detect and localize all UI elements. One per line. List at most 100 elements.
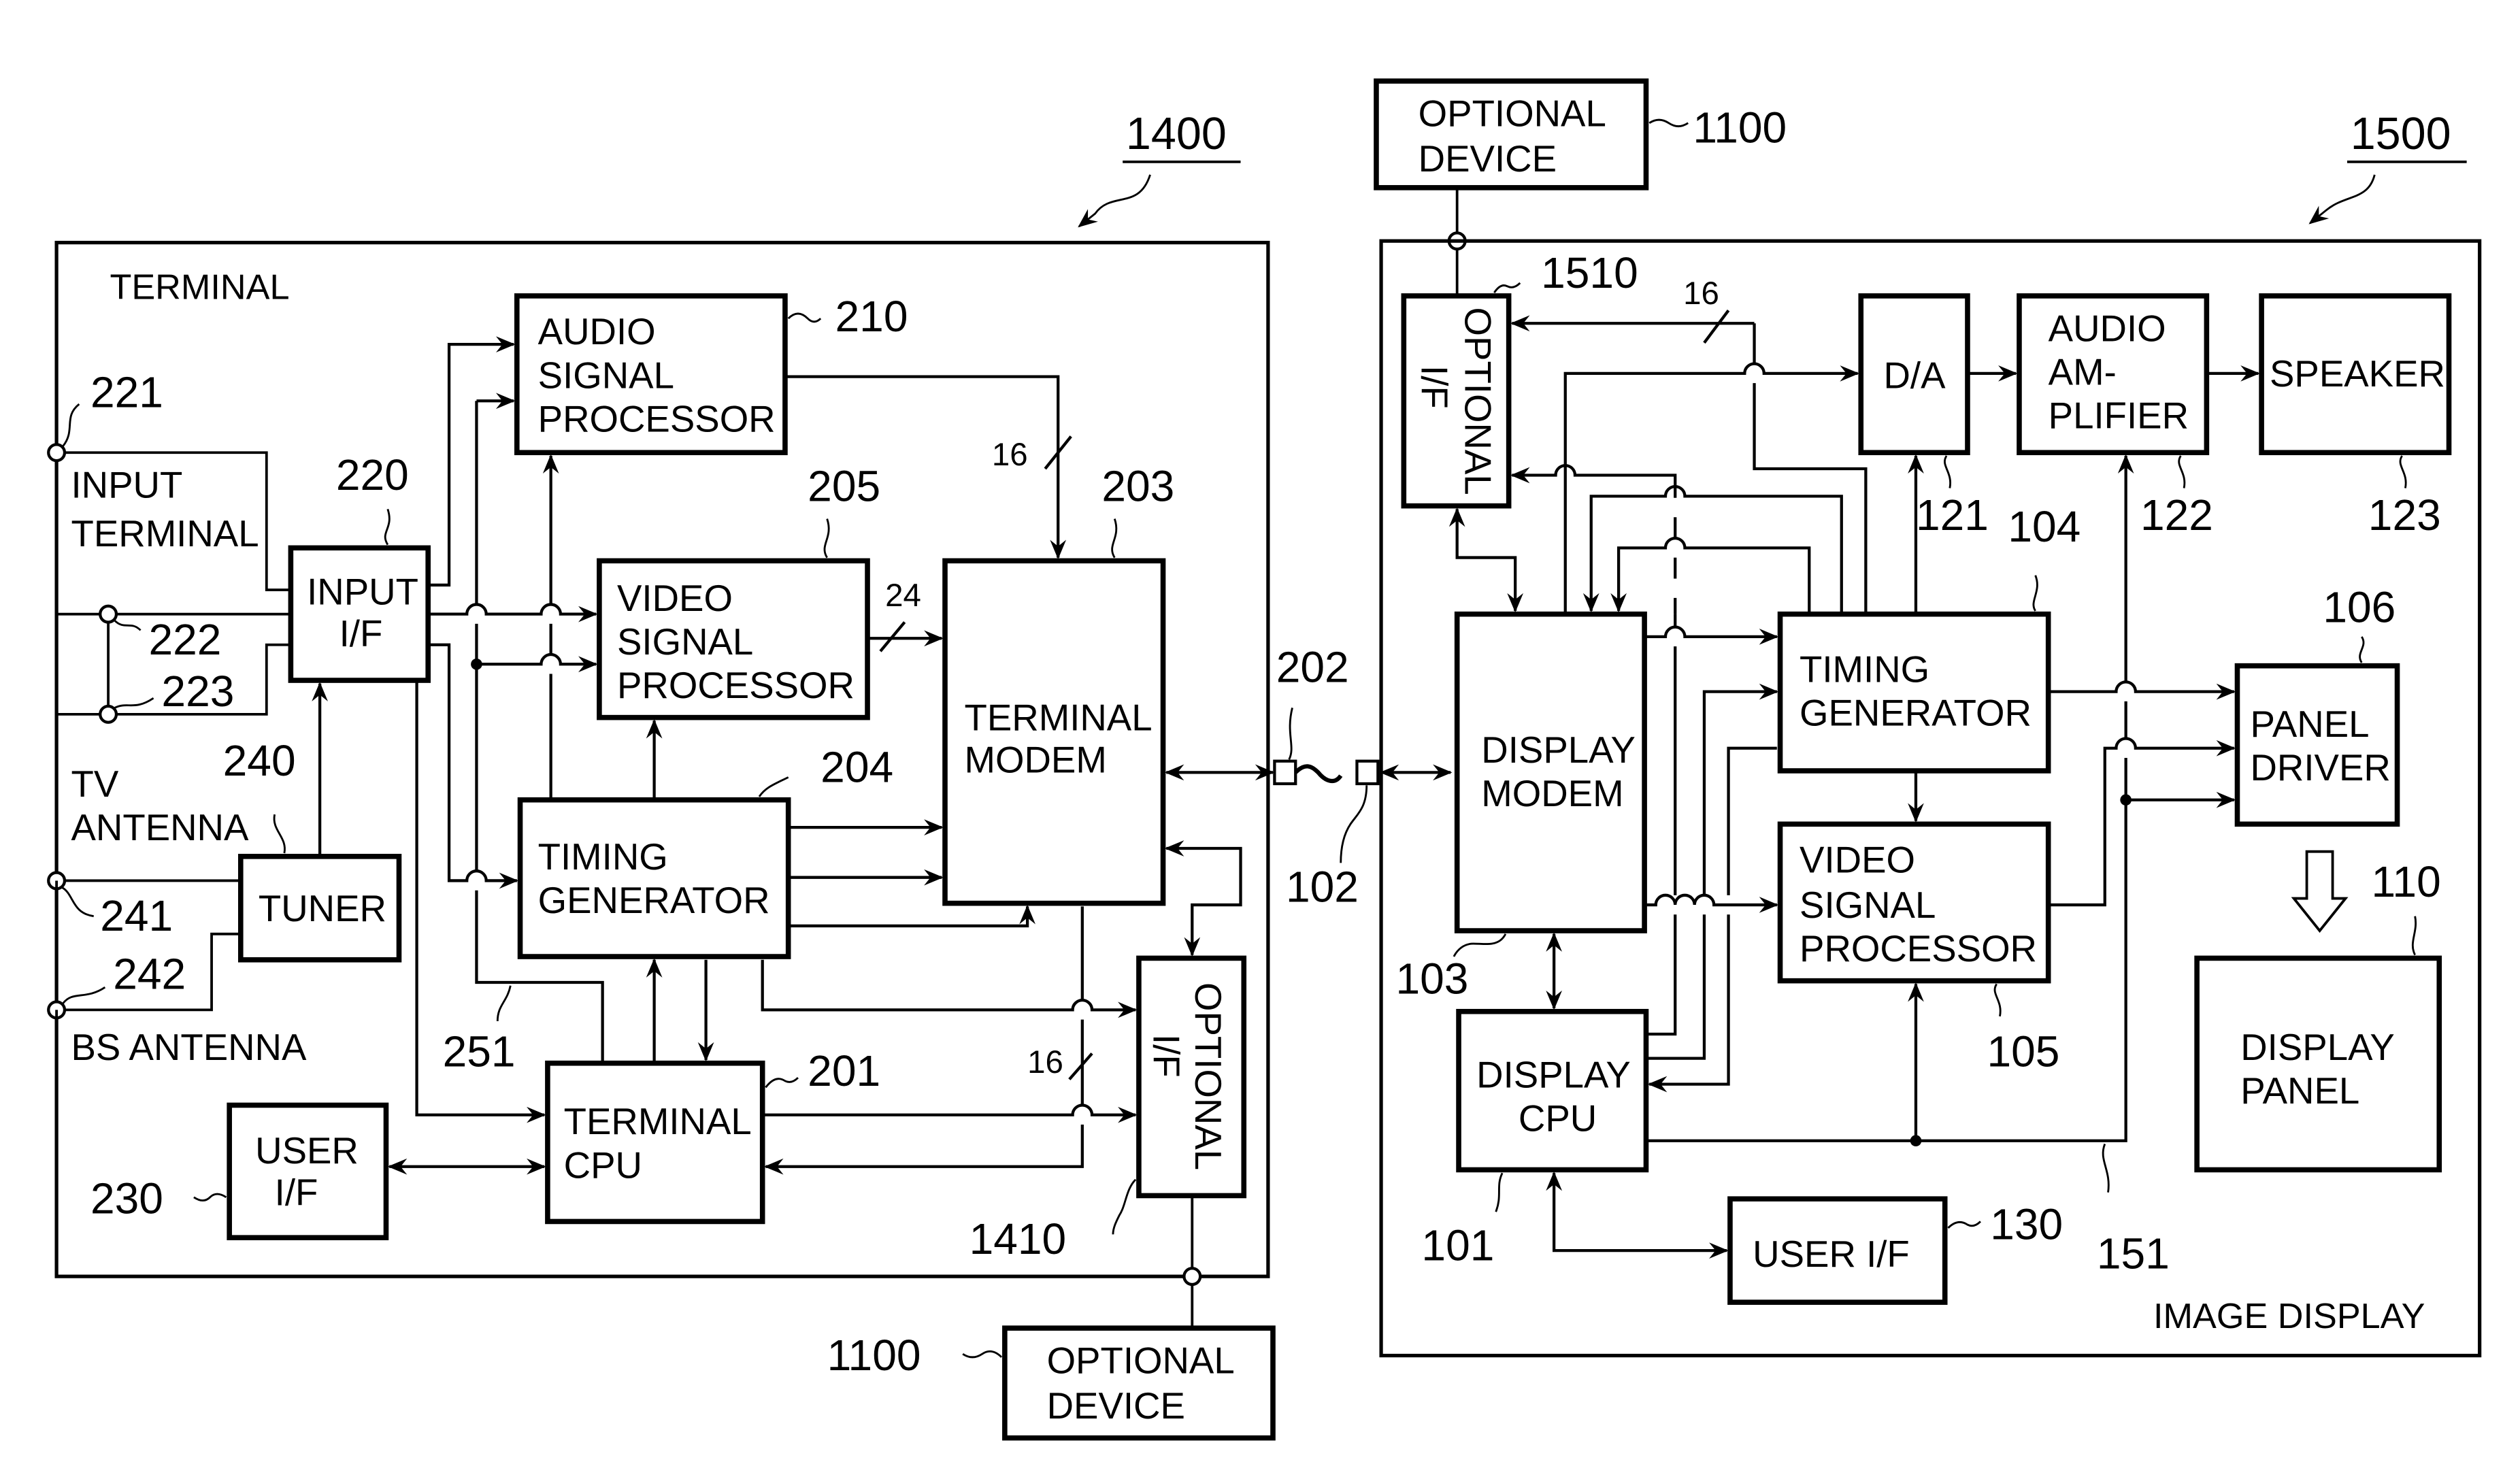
signal-line: [1068, 1052, 1093, 1080]
signal-line: [2048, 737, 2236, 907]
signal-line: [428, 336, 516, 587]
label-text: GENERATOR: [538, 880, 770, 921]
signal-line: [496, 985, 512, 1022]
signal-line: [1582, 485, 1843, 614]
display-frame-label: IMAGE DISPLAY: [2153, 1297, 2425, 1336]
label-text: 1100: [827, 1331, 921, 1380]
signal-line: [1648, 118, 1689, 128]
label-text: 16: [1027, 1044, 1063, 1080]
signal-line: [788, 905, 1035, 928]
connector-202: [1273, 759, 1297, 786]
label-text: TUNER: [259, 888, 386, 929]
label-text: I/F: [1413, 365, 1455, 409]
display-timing-generator: TIMING GENERATOR 104: [1777, 502, 2080, 774]
signal-line: [761, 959, 1138, 1018]
label-text: PROCESSOR: [617, 665, 855, 706]
terminal-frame-label: TERMINAL: [110, 268, 289, 308]
label-text: 102: [1286, 862, 1359, 911]
label-text: SPEAKER: [2270, 353, 2445, 395]
label-text: 241: [100, 891, 173, 940]
terminal-user-interface: USER I/F 230: [90, 1102, 389, 1240]
signal-line: [62, 986, 106, 1004]
signal-line: [787, 312, 822, 323]
signal-line: [1646, 692, 1776, 1060]
label-text: PROCESSOR: [1800, 928, 2037, 969]
label-text: OPTIONAL: [1419, 93, 1606, 135]
label-text: MODEM: [964, 739, 1106, 780]
signal-line: [765, 906, 1084, 1166]
signal-line: [1112, 1178, 1137, 1235]
label-text: 16: [1683, 276, 1719, 312]
label-text: TERMINAL: [564, 1101, 752, 1142]
label-text: 104: [2008, 502, 2080, 551]
label-text: 221: [90, 368, 163, 417]
speaker: SPEAKER 123: [2259, 293, 2452, 540]
terminal-ref-number: 1400: [1126, 109, 1227, 159]
label-text: 123: [2368, 491, 2441, 540]
signal-line: [2308, 174, 2376, 225]
label-text: 105: [1987, 1027, 2059, 1076]
label-text: 122: [2140, 491, 2213, 540]
label-text: SIGNAL: [617, 621, 753, 663]
signal-line: [1703, 310, 1730, 344]
label-text: 121: [1916, 491, 1989, 540]
label-text: USER: [255, 1130, 359, 1172]
signal-line: [1610, 537, 1811, 614]
label-text: BS ANTENNA: [71, 1027, 307, 1068]
signal-line: [758, 776, 789, 797]
label-text: 223: [161, 667, 234, 716]
input-terminal-group: INPUT TERMINAL 221 222 223: [47, 368, 291, 724]
label-text: PROCESSOR: [538, 398, 776, 439]
signal-line: [2178, 455, 2186, 488]
input-interface: INPUT I/F 220: [288, 450, 431, 683]
signal-line: [1512, 465, 1677, 614]
label-text: 106: [2323, 583, 2395, 632]
label-text: VIDEO: [1800, 840, 1915, 881]
terminal-unit: TERMINAL 1400 AUDIO SIGNAL PROCESSOR 210…: [47, 109, 1275, 1329]
label-text: 205: [808, 461, 880, 510]
terminal-modem: TERMINAL MODEM 203: [942, 461, 1174, 906]
drive-arrow-icon: [2291, 850, 2349, 933]
label-text: SIGNAL: [1800, 884, 1936, 926]
label-text: MODEM: [1481, 773, 1623, 814]
terminal-cpu: TERMINAL CPU 201: [545, 1046, 880, 1225]
label-text: 110: [2372, 857, 2441, 906]
display-modem: DISPLAY MODEM 103: [1395, 611, 1647, 1003]
label-text: OPTIONAL: [1457, 308, 1499, 495]
label-text: ANTENNA: [71, 807, 249, 848]
block-box: [517, 797, 791, 959]
label-text: TIMING: [538, 836, 668, 878]
label-text: OPTIONAL: [1187, 982, 1229, 1170]
cable-connection: 202 102: [1273, 642, 1453, 911]
label-text: 204: [820, 743, 893, 792]
signal-line: [1947, 1221, 1981, 1229]
signal-line: [384, 508, 391, 546]
signal-line: [2102, 1143, 2110, 1193]
signal-line: [962, 1350, 1003, 1359]
label-text: CPU: [1519, 1097, 1597, 1139]
display-ref-number: 1500: [2351, 109, 2451, 159]
label-text: 24: [885, 578, 921, 614]
label-text: TERMINAL: [964, 697, 1152, 739]
label-text: 151: [2097, 1229, 2170, 1278]
label-text: USER I/F: [1753, 1233, 1910, 1275]
label-text: I/F: [339, 613, 383, 654]
label-text: PANEL: [2240, 1070, 2359, 1112]
signal-line: [765, 1077, 799, 1089]
input-terminal-222: [99, 604, 118, 624]
display-user-interface: USER I/F 130: [1727, 1196, 2063, 1305]
label-text: 230: [90, 1174, 163, 1223]
label-text: GENERATOR: [1800, 693, 2032, 734]
signal-line: [476, 652, 598, 673]
signal-line: [1546, 1171, 1729, 1259]
label-text: 240: [223, 736, 296, 785]
display-cpu: DISPLAY CPU 101: [1421, 1008, 1649, 1269]
label-text: PLIFIER: [2049, 395, 2189, 437]
label-text: AM-: [2049, 352, 2117, 393]
label-text: DISPLAY: [1476, 1054, 1631, 1095]
display-video-signal-processor: VIDEO SIGNAL PROCESSOR 105: [1777, 821, 2059, 1076]
label-text: 202: [1276, 642, 1349, 691]
signal-line: [1294, 764, 1343, 784]
signal-line: [1448, 507, 1524, 613]
label-text: 101: [1421, 1221, 1494, 1269]
